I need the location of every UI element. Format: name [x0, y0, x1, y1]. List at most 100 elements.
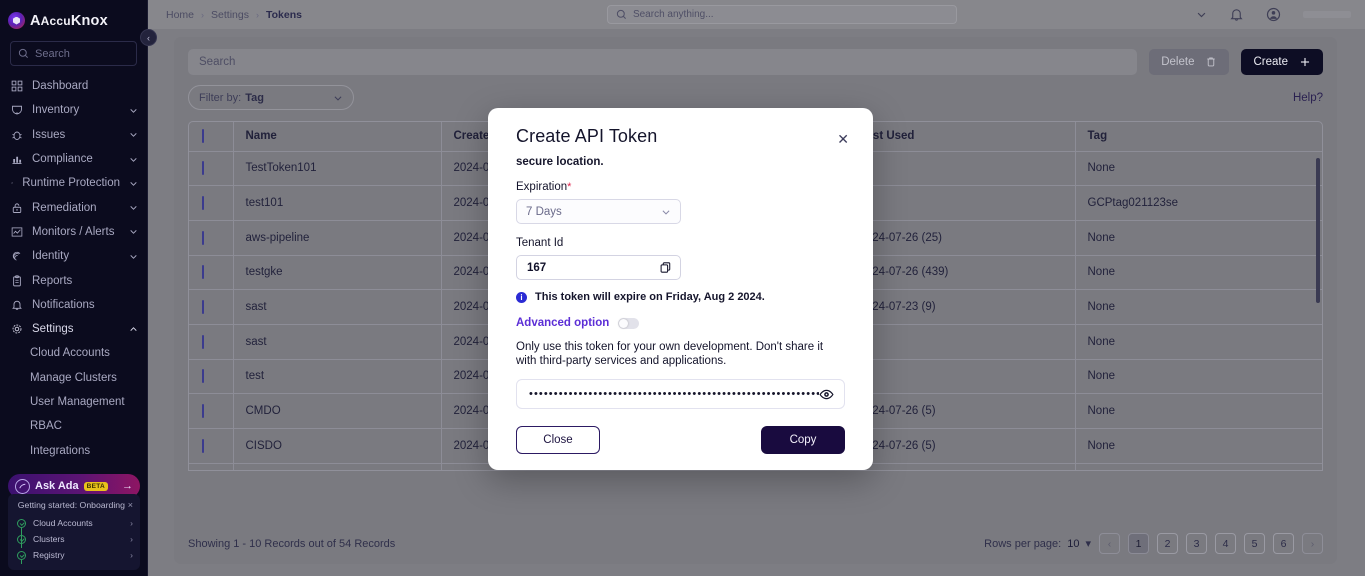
advanced-option-label[interactable]: Advanced option — [516, 317, 609, 329]
column-header-name[interactable]: Name — [233, 122, 442, 152]
row-select-cell — [189, 324, 234, 360]
table-scrollbar[interactable] — [1316, 158, 1320, 303]
sidebar-item-monitors-alerts[interactable]: Monitors / Alerts — [0, 220, 147, 244]
onboarding-step-registry[interactable]: Registry › — [17, 547, 133, 563]
sidebar-subitem-label: Integrations — [30, 444, 91, 457]
filter-by-tag-dropdown[interactable]: Filter by: Tag — [188, 85, 354, 110]
copy-button[interactable]: Copy — [761, 426, 845, 455]
sidebar-item-dashboard[interactable]: Dashboard — [0, 74, 147, 98]
sidebar-item-notifications[interactable]: Notifications — [0, 293, 147, 317]
create-button[interactable]: Create — [1241, 49, 1323, 75]
brand-name-main: Accu — [40, 13, 71, 28]
chevron-down-icon[interactable] — [1196, 9, 1207, 20]
cell-name: aws-pipeline — [233, 220, 442, 256]
sidebar-item-issues[interactable]: Issues — [0, 123, 147, 147]
help-link[interactable]: Help? — [1293, 92, 1323, 104]
cell-tag: None — [1075, 289, 1322, 325]
column-header-last-used[interactable]: Last Used — [847, 122, 1076, 152]
chevron-right-icon: › — [130, 518, 133, 528]
sidebar-item-identity[interactable]: Identity — [0, 244, 147, 268]
filter-row: Filter by: Tag Help? — [174, 75, 1337, 110]
user-name-blurred — [1303, 11, 1351, 18]
page-button-5[interactable]: 5 — [1244, 533, 1265, 554]
inventory-icon — [12, 106, 22, 115]
filter-value: Tag — [245, 91, 264, 104]
close-icon[interactable]: × — [128, 500, 133, 510]
info-icon: i — [516, 291, 527, 303]
sidebar-item-integrations[interactable]: Integrations — [0, 438, 147, 462]
next-page-button[interactable]: › — [1302, 533, 1323, 554]
sidebar-item-settings[interactable]: Settings — [0, 317, 147, 341]
page-button-6[interactable]: 6 — [1273, 533, 1294, 554]
table-footer: Showing 1 - 10 Records out of 54 Records… — [188, 533, 1323, 554]
global-search-input[interactable]: Search anything... — [606, 5, 957, 24]
sidebar-item-compliance[interactable]: Compliance — [0, 147, 147, 171]
prev-page-button[interactable]: ‹ — [1099, 533, 1120, 554]
chevron-down-icon — [130, 108, 137, 113]
row-checkbox[interactable] — [202, 438, 204, 453]
copy-icon[interactable] — [659, 261, 672, 274]
onboarding-step-clusters[interactable]: Clusters › — [17, 531, 133, 547]
sidebar-item-label: Identity — [32, 250, 70, 263]
sidebar-item-rbac[interactable]: RBAC — [0, 414, 147, 438]
eye-icon[interactable] — [819, 387, 834, 402]
select-all-checkbox[interactable] — [202, 129, 204, 144]
page-button-2[interactable]: 2 — [1157, 533, 1178, 554]
rows-per-page-label: Rows per page: — [984, 537, 1062, 550]
sidebar-item-manage-clusters[interactable]: Manage Clusters — [0, 366, 147, 390]
close-button[interactable]: Close — [516, 426, 600, 455]
brand-logo[interactable]: AAccuKnox — [0, 0, 147, 39]
expiration-select[interactable]: 7 Days — [516, 199, 681, 224]
cell-last-used: 2024-07-26 (439) — [847, 255, 1076, 291]
avatar[interactable] — [1266, 7, 1281, 22]
advanced-option-toggle[interactable] — [618, 317, 640, 329]
cell-last-used: 2024-07-23 (9) — [847, 289, 1076, 325]
bell-icon[interactable] — [1229, 7, 1244, 22]
onboarding-steps: Cloud Accounts › Clusters › Registry › — [15, 515, 133, 564]
sidebar-collapse-button[interactable]: ‹ — [140, 29, 157, 46]
search-input[interactable]: Search — [188, 49, 1138, 75]
row-checkbox[interactable] — [202, 230, 204, 245]
row-checkbox[interactable] — [202, 300, 204, 315]
row-checkbox[interactable] — [202, 196, 204, 211]
check-circle-icon — [17, 518, 26, 528]
cell-tag: None — [1075, 463, 1322, 470]
row-checkbox[interactable] — [202, 161, 204, 176]
sidebar-item-remediation[interactable]: Remediation — [0, 195, 147, 219]
sidebar-item-cloud-accounts[interactable]: Cloud Accounts — [0, 341, 147, 365]
onboarding-title: Getting started: Onboarding — [17, 500, 125, 510]
sidebar-item-runtime-protection[interactable]: Runtime Protection — [0, 171, 147, 195]
cell-name: test101 — [233, 185, 442, 221]
row-checkbox[interactable] — [202, 369, 204, 384]
sidebar-subitem-label: Manage Clusters — [30, 371, 117, 384]
page-button-1[interactable]: 1 — [1128, 533, 1149, 554]
row-select-cell — [189, 220, 234, 256]
delete-button[interactable]: Delete — [1149, 49, 1230, 75]
sidebar-subitem-label: RBAC — [30, 420, 62, 433]
page-button-3[interactable]: 3 — [1186, 533, 1207, 554]
breadcrumb-item-home[interactable]: Home — [166, 9, 194, 21]
chevron-right-icon: › — [130, 550, 133, 560]
create-api-token-dialog: Create API Token ✕ secure location. Expi… — [488, 108, 873, 470]
page-button-4[interactable]: 4 — [1215, 533, 1236, 554]
rows-per-page[interactable]: Rows per page: 10 ▾ — [984, 537, 1091, 551]
column-header-tag[interactable]: Tag — [1075, 122, 1322, 152]
row-checkbox[interactable] — [202, 265, 204, 280]
row-select-cell — [189, 185, 234, 221]
fingerprint-icon — [12, 252, 21, 261]
onboarding-step-cloud-accounts[interactable]: Cloud Accounts › — [17, 515, 133, 531]
row-checkbox[interactable] — [202, 404, 204, 419]
sidebar-search-placeholder: Search — [35, 47, 70, 60]
tenant-id-field[interactable]: 167 — [516, 255, 681, 280]
close-icon[interactable]: ✕ — [837, 132, 849, 146]
sidebar-search-input[interactable]: Search — [10, 41, 137, 66]
sidebar-item-inventory[interactable]: Inventory — [0, 98, 147, 122]
expiry-note: i This token will expire on Friday, Aug … — [516, 291, 845, 303]
breadcrumb-item-settings[interactable]: Settings — [211, 9, 249, 21]
chevron-down-icon — [334, 95, 342, 101]
sidebar-item-user-management[interactable]: User Management — [0, 390, 147, 414]
top-bar: Home › Settings › Tokens Search anything… — [148, 0, 1365, 29]
sidebar-item-reports[interactable]: Reports — [0, 268, 147, 292]
row-checkbox[interactable] — [202, 334, 204, 349]
token-field[interactable]: ••••••••••••••••••••••••••••••••••••••••… — [516, 379, 845, 410]
